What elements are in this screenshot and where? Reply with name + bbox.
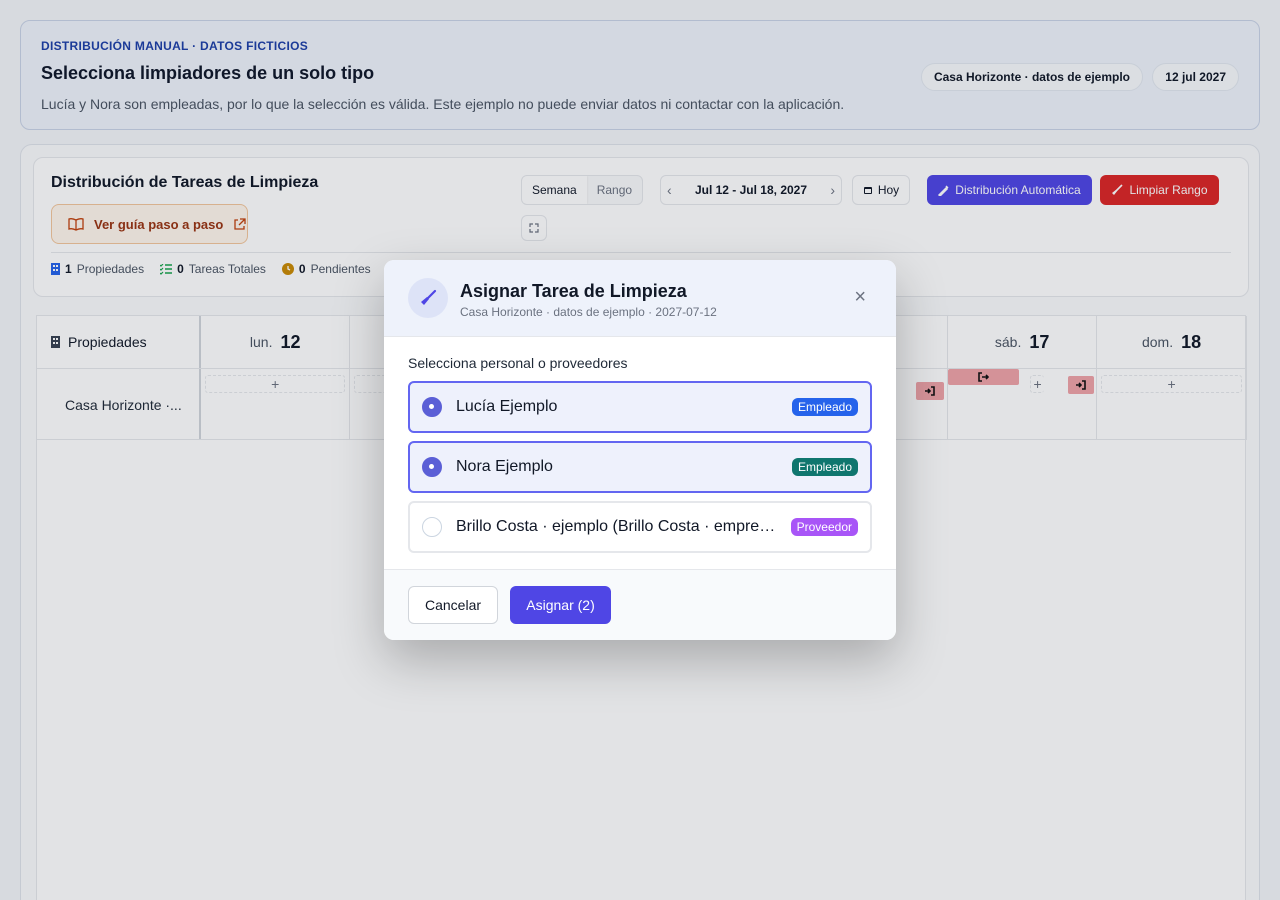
broom-icon xyxy=(421,289,437,305)
radio-checked[interactable] xyxy=(422,397,442,417)
section-label: Selecciona personal o proveedores xyxy=(408,355,628,371)
radio-unchecked[interactable] xyxy=(422,517,442,537)
close-icon[interactable]: × xyxy=(854,287,866,307)
assign-task-modal: Asignar Tarea de Limpieza Casa Horizonte… xyxy=(384,260,896,640)
modal-title: Asignar Tarea de Limpieza xyxy=(460,281,687,301)
role-badge: Proveedor xyxy=(790,518,858,536)
cleaner-name: Brillo Costa · ejemplo (Brillo Costa · e… xyxy=(456,518,791,535)
cleaner-name: Lucía Ejemplo xyxy=(456,398,558,415)
cleaner-option[interactable]: Brillo Costa · ejemplo (Brillo Costa · e… xyxy=(408,501,872,553)
modal-footer: Cancelar Asignar (2) xyxy=(384,569,896,640)
cleaner-name: Nora Ejemplo xyxy=(456,458,553,475)
modal-subtitle: Casa Horizonte · datos de ejemplo · 2027… xyxy=(460,305,717,319)
modal-body: Selecciona personal o proveedores Lucía … xyxy=(384,337,896,553)
role-badge: Empleado xyxy=(791,398,858,416)
cancel-button[interactable]: Cancelar xyxy=(408,586,498,624)
radio-checked[interactable] xyxy=(422,457,442,477)
cleaner-option[interactable]: Nora Ejemplo Empleado xyxy=(408,441,872,493)
cleaner-option[interactable]: Lucía Ejemplo Empleado xyxy=(408,381,872,433)
broom-icon-badge xyxy=(408,278,448,318)
modal-header: Asignar Tarea de Limpieza Casa Horizonte… xyxy=(384,260,896,337)
assign-button[interactable]: Asignar (2) xyxy=(510,586,611,624)
role-badge: Empleado xyxy=(791,458,858,476)
